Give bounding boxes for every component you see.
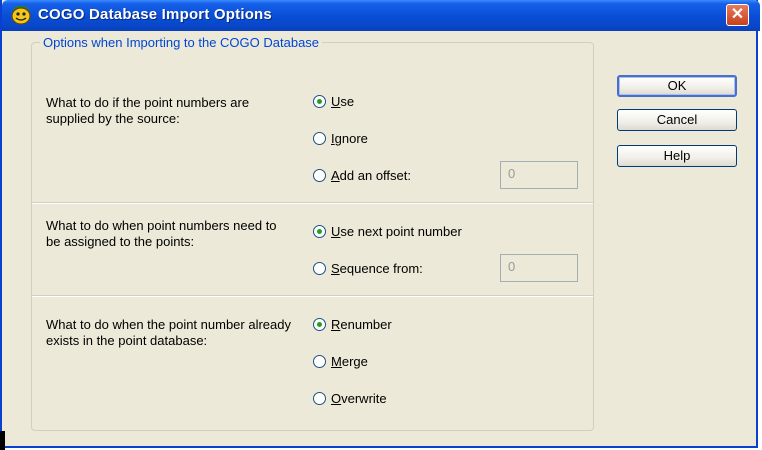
radio-sequence-from[interactable]: Sequence from: [313,259,423,277]
radio-merge[interactable]: Merge [313,352,368,370]
app-icon [11,5,31,25]
radio-overwrite[interactable]: Overwrite [313,389,387,407]
radio-use-next-point-number[interactable]: Use next point number [313,222,462,240]
radio-label: Sequence from: [331,260,423,276]
radio-use[interactable]: Use [313,92,354,110]
section-divider [32,202,593,204]
radio-circle [313,317,326,331]
radio-circle [313,94,326,108]
close-button[interactable]: ✕ [726,4,749,26]
question-assign-numbers: What to do when point numbers need to be… [46,218,277,249]
radio-label: Use [331,93,355,109]
help-button[interactable]: Help [617,145,737,167]
radio-circle [313,224,326,238]
radio-label: Overwrite [331,390,387,406]
radio-circle [313,391,326,405]
radio-add-offset[interactable]: Add an offset: [313,166,411,184]
radio-label: Use next point number [331,223,462,239]
radio-label: Add an offset: [331,167,411,183]
ok-button[interactable]: OK [617,75,737,97]
cancel-button[interactable]: Cancel [617,109,737,131]
radio-circle [313,354,326,368]
group-legend: Options when Importing to the COGO Datab… [40,35,323,50]
title-bar[interactable]: COGO Database Import Options ✕ [2,0,760,31]
radio-label: Ignore [331,130,368,146]
section-divider [32,295,593,297]
radio-renumber[interactable]: Renumber [313,315,392,333]
question-supplied-numbers: What to do if the point numbers are supp… [46,95,250,126]
radio-label: Merge [331,353,368,369]
radio-ignore[interactable]: Ignore [313,129,368,147]
radio-circle [313,131,326,145]
window-edge-mark [0,431,5,450]
radio-label: Renumber [331,316,392,332]
window-title: COGO Database Import Options [38,6,272,23]
question-existing-number: What to do when the point number already… [46,317,291,348]
radio-circle [313,261,326,275]
offset-input[interactable]: 0 [500,161,578,189]
sequence-input[interactable]: 0 [500,254,578,282]
radio-circle [313,168,326,182]
